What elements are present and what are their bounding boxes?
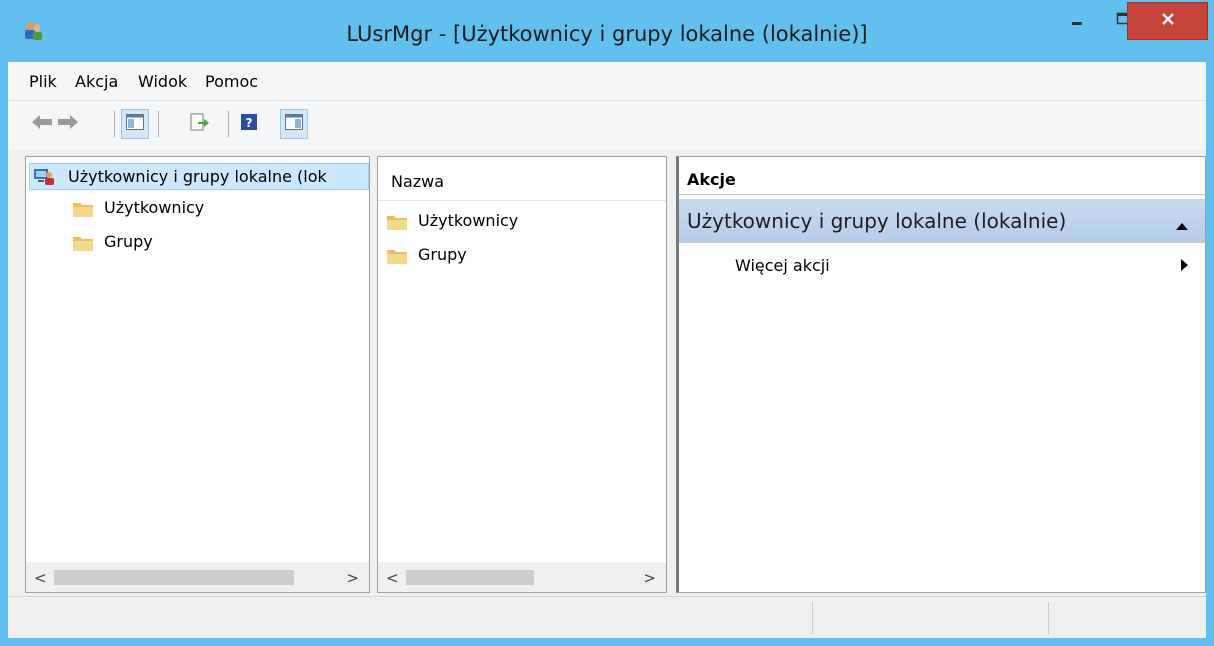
menu-bar: Plik Akcja Widok Pomoc [8, 62, 1206, 101]
toolbar-separator [114, 111, 115, 137]
show-hide-action-pane-icon [285, 114, 303, 134]
menu-pomoc[interactable]: Pomoc [205, 72, 258, 91]
status-divider [812, 602, 813, 634]
window-title: LUsrMgr - [Użytkownicy i grupy lokalne (… [346, 22, 868, 46]
status-divider [1048, 602, 1049, 634]
column-header-label: Nazwa [391, 172, 445, 191]
export-list-button[interactable] [186, 109, 214, 139]
scrollbar-thumb[interactable] [406, 570, 534, 585]
actions-header: Akcje [679, 161, 1205, 195]
tree-root-item[interactable]: Użytkownicy i grupy lokalne (lok [29, 163, 369, 190]
list-horizontal-scrollbar[interactable]: < > [378, 562, 666, 592]
folder-icon [386, 213, 408, 235]
scroll-left-icon[interactable]: < [34, 569, 47, 587]
app-window: LUsrMgr - [Użytkownicy i grupy lokalne (… [0, 0, 1214, 646]
close-icon [1161, 12, 1175, 30]
menu-plik[interactable]: Plik [29, 72, 57, 91]
folder-icon [72, 200, 94, 222]
tree-item-label: Użytkownicy [104, 198, 205, 217]
minimize-button[interactable] [1054, 0, 1100, 42]
actions-section-header[interactable]: Użytkownicy i grupy lokalne (lokalnie) [679, 199, 1205, 243]
results-list: Nazwa Użytkownicy Grupy < > [377, 156, 667, 593]
toolbar-separator [228, 111, 229, 137]
actions-header-label: Akcje [687, 170, 736, 189]
console-tree: Użytkownicy i grupy lokalne (lok Użytkow… [25, 156, 370, 593]
tree-horizontal-scrollbar[interactable]: < > [26, 562, 369, 592]
menu-akcja[interactable]: Akcja [75, 72, 118, 91]
list-item-label: Grupy [418, 245, 467, 264]
help-icon: ? [240, 113, 258, 135]
scrollbar-thumb[interactable] [54, 570, 294, 585]
toolbar-separator [158, 111, 159, 137]
help-button[interactable]: ? [235, 109, 263, 139]
submenu-arrow-icon[interactable] [1179, 258, 1189, 276]
menu-widok[interactable]: Widok [138, 72, 187, 91]
list-item-label: Użytkownicy [418, 211, 519, 230]
folder-icon [386, 247, 408, 269]
tree-root-label: Użytkownicy i grupy lokalne (lok [68, 167, 327, 186]
scroll-right-icon[interactable]: > [346, 569, 359, 587]
actions-section-label: Użytkownicy i grupy lokalne (lokalnie) [687, 209, 1067, 233]
scroll-left-icon[interactable]: < [386, 569, 399, 587]
computer-users-icon [33, 166, 55, 190]
column-header-name[interactable]: Nazwa [378, 157, 666, 201]
scroll-right-icon[interactable]: > [643, 569, 656, 587]
tree-item-label: Grupy [104, 232, 153, 251]
close-button[interactable] [1127, 2, 1208, 40]
toolbar: ? [8, 101, 1206, 150]
svg-text:?: ? [246, 116, 253, 130]
back-button[interactable] [28, 109, 56, 139]
forward-button[interactable] [54, 109, 82, 139]
actions-pane: Akcje Użytkownicy i grupy lokalne (lokal… [676, 156, 1206, 593]
back-arrow-icon [31, 114, 53, 134]
content-area: Użytkownicy i grupy lokalne (lok Użytkow… [8, 150, 1206, 596]
show-hide-console-tree-icon [126, 114, 144, 134]
minimize-icon [1070, 12, 1084, 30]
folder-icon [72, 234, 94, 256]
export-list-icon [190, 113, 210, 135]
action-more-actions[interactable]: Więcej akcji [735, 256, 830, 275]
status-bar [8, 596, 1206, 638]
show-hide-console-tree-button[interactable] [121, 109, 149, 139]
title-bar[interactable]: LUsrMgr - [Użytkownicy i grupy lokalne (… [0, 0, 1214, 62]
collapse-up-icon[interactable] [1175, 212, 1189, 236]
forward-arrow-icon [57, 114, 79, 134]
show-hide-action-pane-button[interactable] [280, 109, 308, 139]
